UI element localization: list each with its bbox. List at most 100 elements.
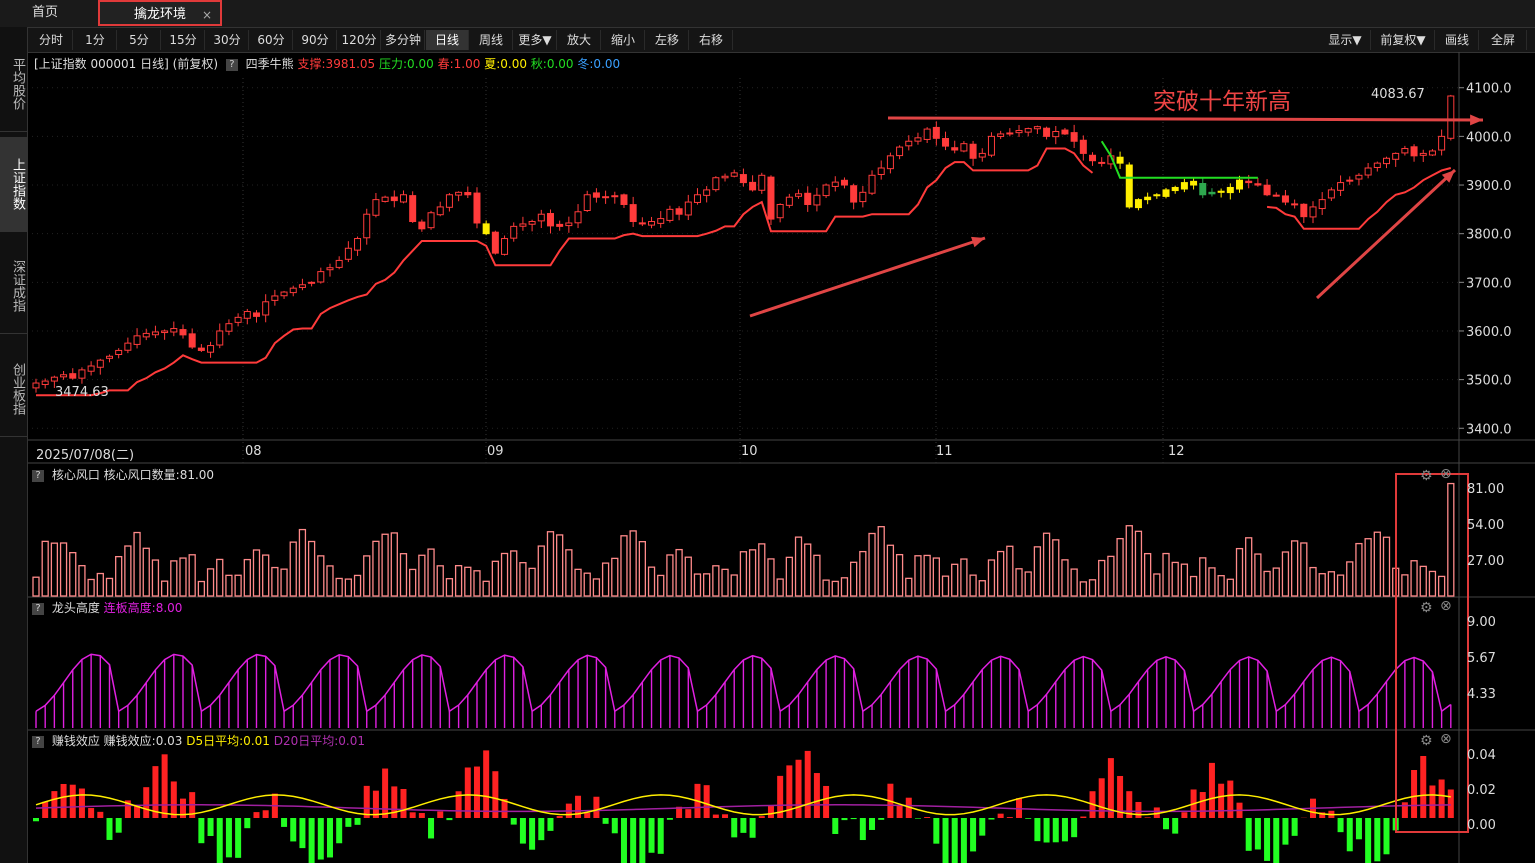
outlet-bar (1309, 566, 1317, 597)
candle-body (758, 174, 766, 191)
breakout-arrow-head (1470, 114, 1483, 126)
candle (464, 186, 472, 199)
profit-bar (685, 809, 692, 818)
candle-body (124, 342, 132, 351)
candle-body (1006, 132, 1014, 135)
candle (133, 328, 141, 349)
outlet-bar (307, 540, 316, 597)
outlet-bar (216, 558, 224, 597)
profit-bar (317, 818, 324, 860)
profit-bar (473, 766, 480, 818)
outlet-bar (1428, 570, 1437, 597)
profit-bar (1006, 817, 1013, 818)
outlet-bar (1263, 570, 1271, 597)
profit-bar (1438, 779, 1445, 818)
trend-arrow-head (971, 236, 985, 248)
candle (969, 140, 977, 166)
close-icon[interactable]: ⊗ (1440, 598, 1452, 614)
profit-bar (235, 818, 242, 858)
profit-bar (1254, 818, 1261, 850)
candle (620, 193, 628, 208)
profit-bar (143, 787, 150, 818)
candle (317, 267, 325, 284)
outlet-bar (115, 555, 123, 597)
candle (510, 222, 518, 242)
candle (1419, 149, 1427, 163)
outlet-bar (666, 554, 674, 597)
candle (170, 321, 178, 337)
profit-bar (207, 818, 214, 836)
help-icon[interactable]: ? (32, 602, 44, 615)
outlet-bar (473, 570, 481, 597)
outlet-bar (748, 549, 757, 597)
outlet-bar (1410, 560, 1418, 597)
candle-body (335, 259, 343, 268)
candle (1373, 161, 1381, 172)
candle-body (749, 181, 757, 191)
profit-bar (308, 818, 315, 863)
outlet-bar (739, 551, 748, 597)
outlet-bar (418, 554, 426, 597)
candle-body (390, 196, 398, 202)
profit-bar (942, 818, 949, 863)
candle (1162, 187, 1170, 199)
profit-bar (1144, 817, 1151, 818)
candle-body (1226, 186, 1234, 194)
candle-body (372, 199, 380, 216)
candle-body (1355, 174, 1363, 180)
candle (151, 325, 159, 339)
candle-body (546, 213, 554, 227)
candle (1061, 127, 1069, 135)
outlet-bar (335, 577, 343, 597)
outlet-bar (363, 555, 371, 597)
outlet-bar (142, 547, 150, 597)
outlet-bar (289, 541, 297, 597)
profit-bar (290, 818, 297, 842)
candle (611, 191, 619, 204)
outlet-bar (895, 553, 904, 597)
outlet-bar (1125, 525, 1133, 597)
settings-icon[interactable]: ⚙ (1420, 733, 1433, 749)
settings-icon[interactable]: ⚙ (1420, 600, 1433, 616)
outlet-bar (1217, 575, 1225, 597)
candle-body (565, 222, 573, 227)
candle (1217, 188, 1225, 198)
candle (951, 140, 959, 154)
candle (693, 188, 701, 205)
profit-bar (804, 750, 811, 818)
candle-body (1199, 183, 1207, 196)
profit-bar (1098, 778, 1105, 818)
outlet-bar (730, 574, 738, 597)
candle-body (556, 223, 564, 227)
candle (445, 193, 453, 212)
outlet-bar (491, 560, 500, 597)
outlet-bar (326, 565, 334, 597)
candle-body (1125, 164, 1133, 208)
candle (289, 285, 297, 297)
candle (455, 191, 463, 202)
profit-bar (106, 818, 113, 840)
help-icon[interactable]: ? (32, 735, 44, 748)
profit-bar (924, 817, 931, 818)
outlet-bar (519, 562, 527, 597)
candle (914, 132, 922, 145)
close-icon[interactable]: ⊗ (1440, 731, 1452, 747)
profit-bar (170, 781, 177, 818)
profit-bar (33, 818, 39, 822)
settings-icon[interactable]: ⚙ (1420, 468, 1433, 484)
outlet-bar (647, 566, 656, 597)
outlet-bar (1245, 537, 1253, 597)
profit-bar (859, 818, 866, 841)
outlet-bar (794, 536, 803, 597)
profit-bar (666, 818, 673, 820)
outlet-bar (657, 574, 665, 597)
candle (78, 367, 86, 384)
outlet-bar (574, 568, 582, 597)
profit-bar (767, 805, 774, 818)
x-axis-month-09: 09 (487, 444, 504, 459)
help-icon[interactable]: ? (32, 469, 44, 482)
outlet-bar (1052, 539, 1060, 597)
profit-bar (60, 783, 67, 818)
close-icon[interactable]: ⊗ (1440, 466, 1452, 482)
candle-body (1061, 129, 1069, 135)
